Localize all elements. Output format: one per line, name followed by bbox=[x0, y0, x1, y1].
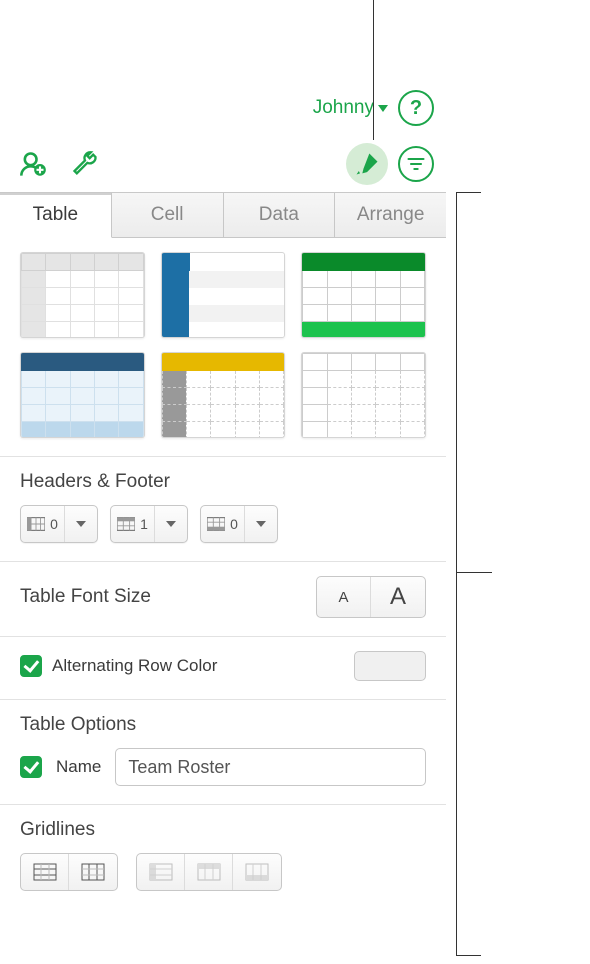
tab-label: Cell bbox=[151, 204, 184, 226]
table-name-label: Name bbox=[56, 757, 101, 777]
user-menu[interactable]: Johnny bbox=[313, 97, 388, 119]
chevron-down-icon bbox=[166, 521, 176, 527]
footer-rows-stepper[interactable]: 0 bbox=[200, 505, 278, 543]
tab-label: Arrange bbox=[357, 204, 425, 226]
table-options-title: Table Options bbox=[20, 714, 426, 736]
callout-tick bbox=[456, 572, 492, 573]
header-cols-icon bbox=[27, 517, 45, 531]
table-name-input[interactable] bbox=[115, 748, 426, 786]
grid-hrow-icon bbox=[197, 863, 221, 881]
gridlines-header-col-button[interactable] bbox=[137, 854, 185, 890]
gridlines-vert-button[interactable] bbox=[69, 854, 117, 890]
chevron-down-icon bbox=[378, 105, 388, 112]
header-cols-value: 0 bbox=[50, 516, 58, 532]
inspector-toolbar bbox=[0, 136, 446, 192]
callout-line-right bbox=[456, 192, 457, 955]
gridlines-body-segmented bbox=[20, 853, 118, 891]
header-columns-stepper[interactable]: 0 bbox=[20, 505, 98, 543]
gridlines-section: Gridlines bbox=[20, 805, 426, 899]
table-name-checkbox[interactable] bbox=[20, 756, 42, 778]
grid-horiz-icon bbox=[33, 863, 57, 881]
table-style-grid bbox=[20, 252, 426, 438]
format-button[interactable] bbox=[346, 143, 388, 185]
gridlines-header-segmented bbox=[136, 853, 282, 891]
table-style-blue[interactable] bbox=[161, 252, 286, 338]
grid-footer-icon bbox=[245, 863, 269, 881]
small-a-label: A bbox=[338, 589, 348, 606]
callout-line-vertical bbox=[373, 0, 374, 140]
grid-hcol-icon bbox=[149, 863, 173, 881]
tab-table[interactable]: Table bbox=[0, 193, 112, 238]
alt-row-color-well[interactable] bbox=[354, 651, 426, 681]
window-toolbar: Johnny ? bbox=[0, 80, 446, 136]
tab-cell[interactable]: Cell bbox=[112, 193, 224, 238]
grid-vert-icon bbox=[81, 863, 105, 881]
headers-footer-title: Headers & Footer bbox=[20, 471, 426, 493]
callout-tick bbox=[456, 192, 481, 193]
tools-button[interactable] bbox=[64, 143, 106, 185]
table-style-navy[interactable] bbox=[20, 352, 145, 438]
header-rows-stepper[interactable]: 1 bbox=[110, 505, 188, 543]
table-style-grey[interactable] bbox=[20, 252, 145, 338]
chevron-down-icon bbox=[256, 521, 266, 527]
tab-label: Table bbox=[33, 204, 78, 226]
gridlines-horiz-button[interactable] bbox=[21, 854, 69, 890]
gridlines-header-row-button[interactable] bbox=[185, 854, 233, 890]
alt-row-section: Alternating Row Color bbox=[20, 637, 426, 699]
tab-label: Data bbox=[259, 204, 299, 226]
gridlines-title: Gridlines bbox=[20, 819, 426, 841]
font-size-segmented: A A bbox=[316, 576, 426, 618]
footer-rows-icon bbox=[207, 517, 225, 531]
callout-tick bbox=[456, 955, 481, 956]
font-size-section: Table Font Size A A bbox=[20, 562, 426, 636]
table-style-gold[interactable] bbox=[161, 352, 286, 438]
table-style-plain[interactable] bbox=[301, 352, 426, 438]
person-add-icon bbox=[19, 150, 47, 178]
footer-rows-value: 0 bbox=[230, 516, 238, 532]
filter-icon bbox=[406, 154, 426, 174]
font-size-increase-button[interactable]: A bbox=[371, 577, 425, 617]
inspector-tabs: Table Cell Data Arrange bbox=[0, 192, 446, 238]
headers-footer-section: Headers & Footer 0 1 bbox=[20, 457, 426, 561]
header-rows-value: 1 bbox=[140, 516, 148, 532]
chevron-down-icon bbox=[76, 521, 86, 527]
format-panel: Johnny ? Table Cell Data bbox=[0, 80, 446, 899]
collaborate-button[interactable] bbox=[12, 143, 54, 185]
organize-button[interactable] bbox=[398, 146, 434, 182]
user-name-label: Johnny bbox=[313, 97, 374, 119]
big-a-label: A bbox=[390, 583, 406, 610]
help-button[interactable]: ? bbox=[398, 90, 434, 126]
header-rows-icon bbox=[117, 517, 135, 531]
gridlines-footer-button[interactable] bbox=[233, 854, 281, 890]
wrench-icon bbox=[71, 150, 99, 178]
paintbrush-icon bbox=[353, 150, 381, 178]
font-size-decrease-button[interactable]: A bbox=[317, 577, 371, 617]
alt-row-checkbox[interactable] bbox=[20, 655, 42, 677]
inspector-body: Headers & Footer 0 1 bbox=[0, 238, 446, 899]
tab-data[interactable]: Data bbox=[224, 193, 336, 238]
question-icon: ? bbox=[410, 97, 422, 120]
table-style-green[interactable] bbox=[301, 252, 426, 338]
tab-arrange[interactable]: Arrange bbox=[335, 193, 446, 238]
table-options-section: Table Options Name bbox=[20, 700, 426, 804]
font-size-title: Table Font Size bbox=[20, 586, 151, 608]
alt-row-label: Alternating Row Color bbox=[52, 656, 217, 676]
